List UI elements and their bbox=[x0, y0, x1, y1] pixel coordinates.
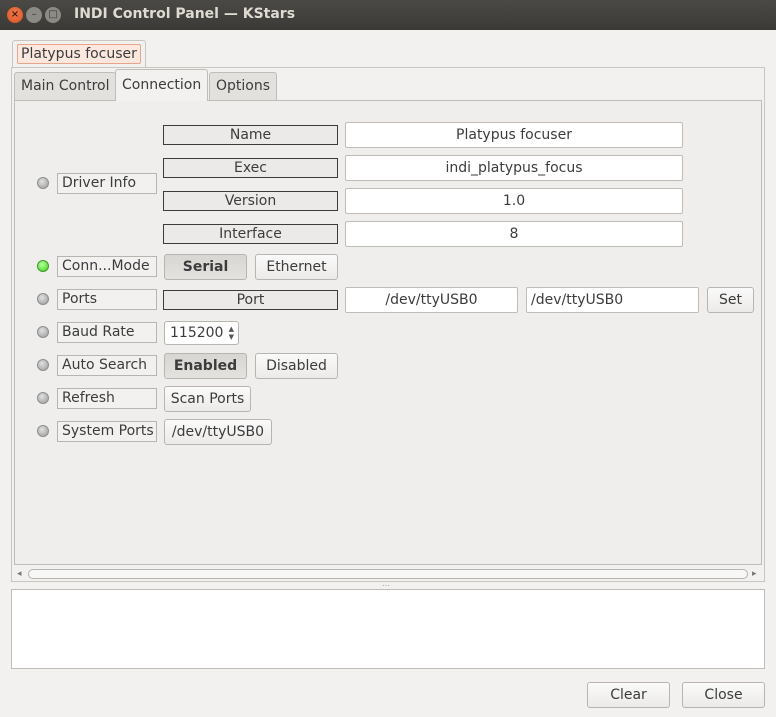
window-maximize-icon[interactable]: □ bbox=[45, 7, 61, 23]
auto-search-label: Auto Search bbox=[57, 355, 157, 376]
connection-mode-status-led bbox=[37, 260, 49, 272]
driver-interface-field-label: Interface bbox=[163, 224, 338, 244]
port-field-label: Port bbox=[163, 290, 338, 310]
system-ports-status-led bbox=[37, 425, 49, 437]
spin-arrows-icon: ▲ ▼ bbox=[228, 325, 234, 341]
port-current-value: /dev/ttyUSB0 bbox=[345, 287, 518, 313]
horizontal-scrollbar[interactable]: ◂ ▸ bbox=[14, 567, 762, 581]
message-log[interactable] bbox=[11, 589, 765, 669]
tab-main-control[interactable]: Main Control bbox=[14, 72, 117, 100]
close-button[interactable]: Close bbox=[682, 682, 765, 708]
port-set-button[interactable]: Set bbox=[707, 287, 754, 313]
baud-rate-value: 115200 bbox=[170, 325, 224, 341]
connection-mode-label: Conn...Mode bbox=[57, 256, 157, 277]
driver-info-label: Driver Info bbox=[57, 173, 157, 194]
baud-rate-select[interactable]: 115200 ▲ ▼ bbox=[164, 321, 239, 345]
device-tab-label: Platypus focuser bbox=[17, 44, 141, 64]
scrollbar-thumb[interactable] bbox=[28, 569, 748, 579]
driver-name-field-label: Name bbox=[163, 125, 338, 145]
driver-info-status-led bbox=[37, 177, 49, 189]
scroll-left-icon[interactable]: ◂ bbox=[17, 567, 22, 581]
scan-ports-button[interactable]: Scan Ports bbox=[164, 386, 251, 412]
tab-connection[interactable]: Connection bbox=[115, 69, 209, 101]
driver-exec-value: indi_platypus_focus bbox=[345, 155, 683, 181]
driver-version-value: 1.0 bbox=[345, 188, 683, 214]
auto-search-disabled-button[interactable]: Disabled bbox=[255, 353, 338, 379]
title-bar: × – □ INDI Control Panel — KStars bbox=[0, 0, 776, 30]
driver-version-field-label: Version bbox=[163, 191, 338, 211]
ports-status-led bbox=[37, 293, 49, 305]
driver-exec-field-label: Exec bbox=[163, 158, 338, 178]
port-input[interactable]: /dev/ttyUSB0 bbox=[526, 287, 699, 313]
device-tab-platypus-focuser[interactable]: Platypus focuser bbox=[12, 40, 146, 67]
scroll-right-icon[interactable]: ▸ bbox=[752, 567, 757, 581]
window-title: INDI Control Panel — KStars bbox=[74, 6, 296, 22]
ports-label: Ports bbox=[57, 289, 157, 310]
serial-mode-button[interactable]: Serial bbox=[164, 254, 247, 280]
baud-rate-label: Baud Rate bbox=[57, 322, 157, 343]
system-port-ttyusb0-button[interactable]: /dev/ttyUSB0 bbox=[164, 419, 272, 445]
window-close-icon[interactable]: × bbox=[7, 7, 23, 23]
clear-button[interactable]: Clear bbox=[587, 682, 670, 708]
tab-options[interactable]: Options bbox=[209, 72, 278, 100]
auto-search-status-led bbox=[37, 359, 49, 371]
refresh-status-led bbox=[37, 392, 49, 404]
ethernet-mode-button[interactable]: Ethernet bbox=[255, 254, 338, 280]
driver-name-value: Platypus focuser bbox=[345, 122, 683, 148]
refresh-label: Refresh bbox=[57, 388, 157, 409]
window-minimize-icon[interactable]: – bbox=[26, 7, 42, 23]
baud-rate-status-led bbox=[37, 326, 49, 338]
auto-search-enabled-button[interactable]: Enabled bbox=[164, 353, 247, 379]
driver-interface-value: 8 bbox=[345, 221, 683, 247]
system-ports-label: System Ports bbox=[57, 421, 157, 442]
